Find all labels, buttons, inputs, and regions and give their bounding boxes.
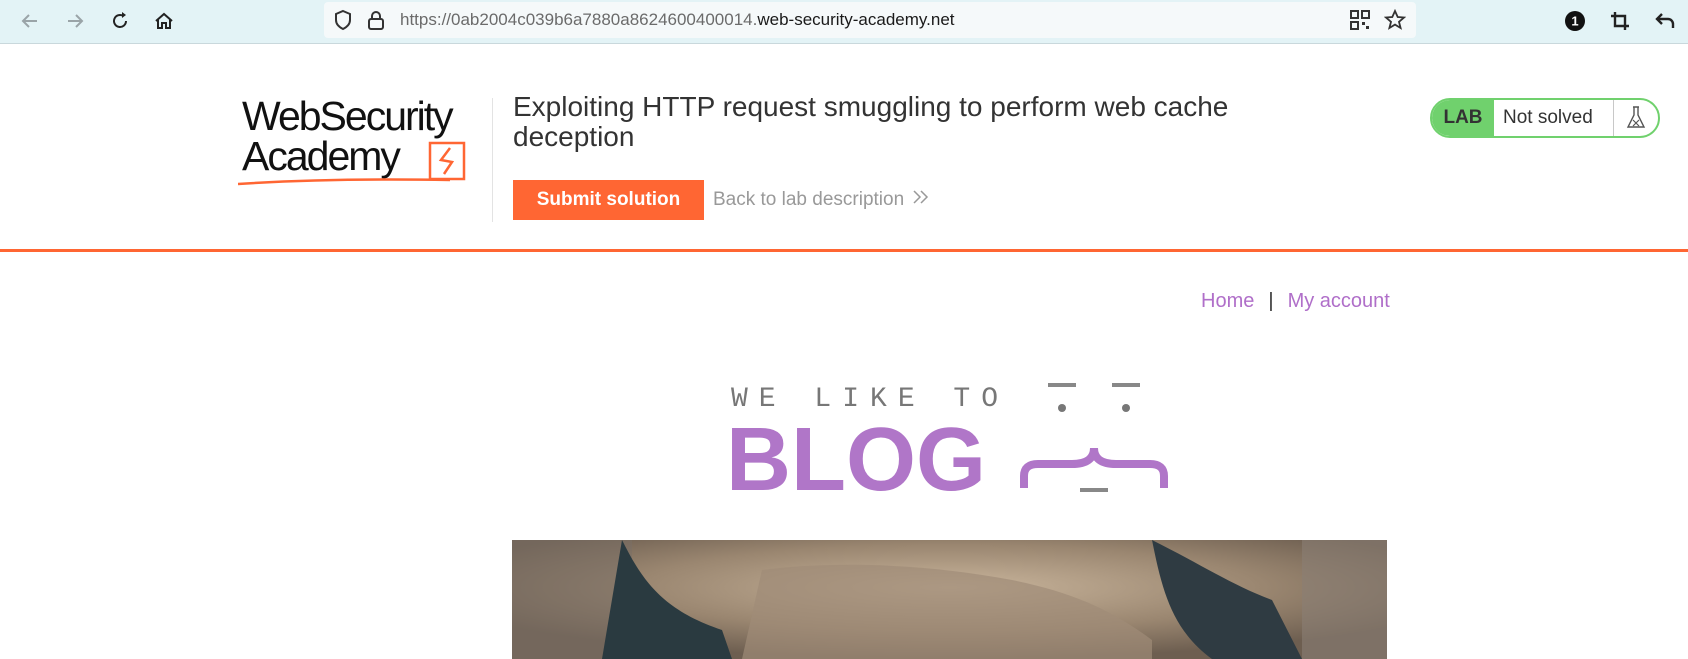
header-separator-line [0, 249, 1688, 252]
blog-hero-image[interactable] [512, 540, 1387, 659]
url-prefix: https://0ab2004c039b6a7880a8624600400014… [400, 10, 758, 29]
home-icon[interactable] [149, 6, 179, 36]
header-divider [492, 98, 493, 222]
double-chevron-right-icon [912, 189, 930, 211]
lab-badge-label: LAB [1432, 100, 1494, 136]
lab-status-text: Not solved [1503, 107, 1593, 128]
blog-title: BLOG [726, 410, 986, 498]
url-domain: web-security-academy.net [757, 10, 955, 29]
lab-title: Exploiting HTTP request smuggling to per… [513, 91, 1229, 152]
blog-logo: WE LIKE TO BLOG [726, 378, 1170, 510]
star-icon[interactable] [1383, 8, 1407, 36]
forward-arrow-icon[interactable] [60, 6, 90, 36]
undo-icon[interactable] [1650, 6, 1680, 36]
logo-text-line2: Academy [242, 133, 401, 179]
site-nav: Home | My account [1201, 290, 1390, 313]
back-arrow-icon[interactable] [15, 6, 45, 36]
extension-icon[interactable]: 1 [1560, 6, 1590, 36]
shield-icon[interactable] [332, 9, 354, 36]
reload-icon[interactable] [105, 6, 135, 36]
web-security-academy-logo[interactable]: WebSecurity Academy [237, 93, 490, 190]
qr-code-icon[interactable] [1350, 10, 1370, 35]
back-to-lab-description-link[interactable]: Back to lab description [713, 189, 930, 211]
url-bar[interactable]: https://0ab2004c039b6a7880a8624600400014… [324, 2, 1416, 38]
lab-status-badge: LAB Not solved [1430, 98, 1660, 138]
browser-toolbar: https://0ab2004c039b6a7880a8624600400014… [0, 0, 1688, 44]
extension-badge-count: 1 [1571, 14, 1578, 29]
back-link-label: Back to lab description [713, 189, 905, 210]
submit-solution-button[interactable]: Submit solution [513, 180, 704, 220]
blog-face-icon [1020, 383, 1168, 492]
flask-icon [1613, 100, 1658, 136]
crop-icon[interactable] [1605, 6, 1635, 36]
nav-separator: | [1268, 290, 1274, 312]
nav-home-link[interactable]: Home [1201, 290, 1254, 313]
url-text[interactable]: https://0ab2004c039b6a7880a8624600400014… [400, 10, 955, 30]
nav-my-account-link[interactable]: My account [1288, 290, 1390, 313]
lock-icon[interactable] [366, 9, 386, 36]
